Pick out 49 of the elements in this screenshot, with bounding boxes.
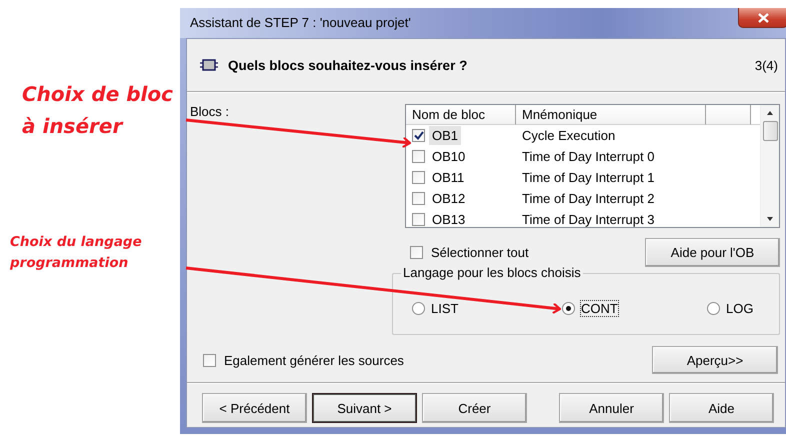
- radio-button[interactable]: [707, 302, 720, 314]
- row-checkbox[interactable]: [412, 150, 425, 163]
- wizard-button[interactable]: Créer: [422, 393, 527, 423]
- radio-button[interactable]: [562, 302, 575, 314]
- wizard-button[interactable]: Suivant >: [312, 393, 417, 423]
- select-all-checkbox[interactable]: [410, 246, 423, 259]
- sources-checkbox[interactable]: [203, 354, 216, 366]
- checkbox-label: Sélectionner tout: [431, 245, 529, 260]
- block-name[interactable]: OB12: [429, 189, 468, 208]
- scrollbar-thumb[interactable]: [762, 121, 778, 141]
- block-name[interactable]: OB13: [429, 210, 468, 229]
- window-title: Assistant de STEP 7 : 'nouveau projet': [190, 15, 412, 30]
- block-name[interactable]: OB10: [429, 147, 468, 166]
- annotation-text: Choix de bloc à insérer: [22, 81, 174, 140]
- row-checkbox[interactable]: [412, 129, 425, 142]
- radio-label: CONT: [581, 300, 618, 316]
- radio-button[interactable]: [412, 302, 425, 314]
- close-button[interactable]: [738, 8, 786, 28]
- annotation-text: Choix du langage programmation: [10, 233, 143, 273]
- wizard-button[interactable]: Annuler: [559, 393, 664, 423]
- table-cell-text: Time of Day Interrupt 0: [521, 149, 654, 164]
- checkbox-label: Egalement générer les sources: [224, 352, 404, 368]
- wizard-button[interactable]: Aide: [669, 393, 774, 423]
- block-name[interactable]: OB11: [429, 168, 468, 187]
- radio-label: LOG: [726, 300, 754, 316]
- group-legend: Langage pour les blocs choisis: [401, 265, 583, 280]
- column-header[interactable]: Nom de bloc: [406, 105, 516, 125]
- table-cell-text: Time of Day Interrupt 1: [521, 170, 654, 185]
- close-icon: [758, 12, 768, 22]
- table-cell-text: Cycle Execution: [521, 128, 616, 143]
- preview-button[interactable]: Aperçu>>: [652, 346, 778, 374]
- row-checkbox[interactable]: [412, 213, 425, 226]
- wizard-button[interactable]: < Précédent: [202, 393, 307, 423]
- column-header[interactable]: [706, 105, 751, 125]
- scrollbar[interactable]: [760, 105, 779, 227]
- table-cell-text: Time of Day Interrupt 2: [521, 191, 654, 206]
- page-heading: Quels blocs souhaitez-vous insérer ?: [228, 58, 468, 72]
- blocks-label: Blocs :: [190, 104, 230, 119]
- row-checkbox[interactable]: [412, 171, 425, 184]
- scroll-up-icon[interactable]: [767, 111, 773, 115]
- block-icon: [200, 59, 218, 71]
- block-name[interactable]: OB1: [429, 126, 462, 145]
- radio-label: LIST: [431, 300, 458, 316]
- ob-help-button[interactable]: Aide pour l'OB: [645, 238, 780, 267]
- step-counter: 3(4): [754, 58, 778, 72]
- row-checkbox[interactable]: [412, 192, 425, 205]
- scroll-down-icon[interactable]: [767, 217, 773, 221]
- column-header[interactable]: Mnémonique: [516, 105, 706, 125]
- table-cell-text: Time of Day Interrupt 3: [521, 212, 654, 227]
